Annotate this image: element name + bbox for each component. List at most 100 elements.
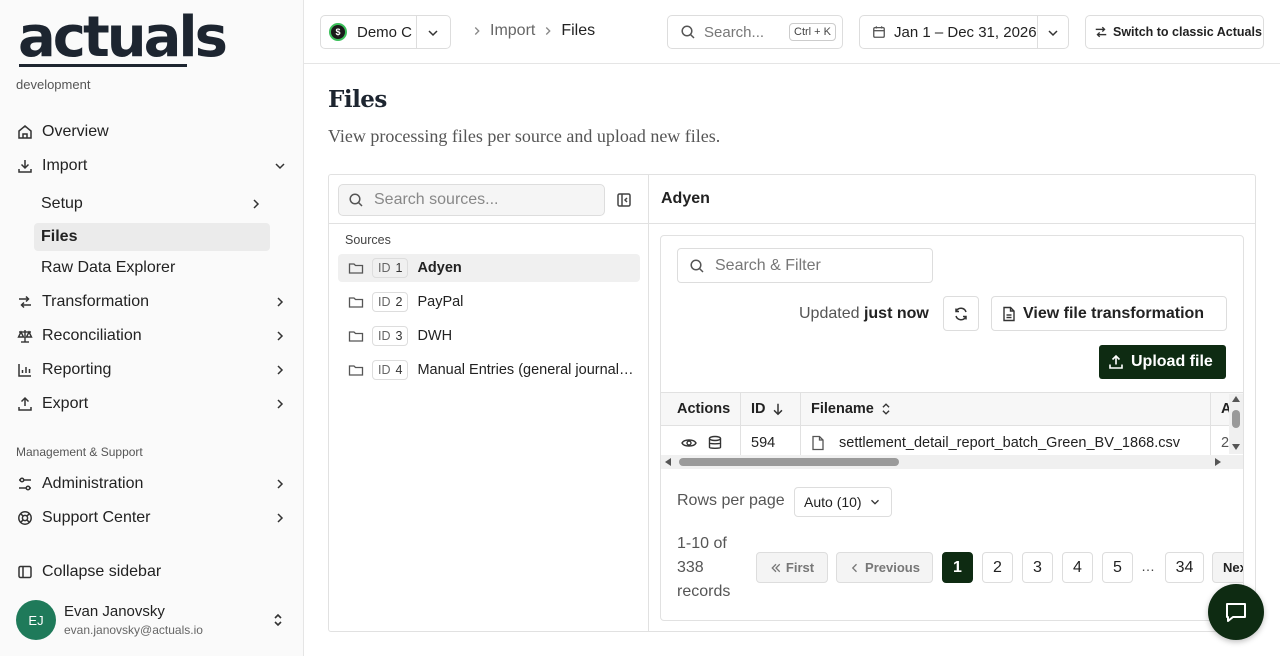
pagination-page-last[interactable]: 34 (1165, 552, 1204, 583)
chat-button[interactable] (1208, 584, 1264, 640)
horizontal-scrollbar[interactable] (661, 455, 1243, 469)
column-header-id[interactable]: ID (741, 393, 801, 425)
sidebar-item-import[interactable]: Import (10, 151, 294, 181)
pagination-next-button[interactable]: Nex (1212, 552, 1243, 583)
chevron-down-icon (862, 495, 882, 509)
source-item-paypal[interactable]: ID 2 PayPal (338, 288, 640, 316)
company-selector[interactable]: $ Demo C (320, 15, 451, 49)
user-menu[interactable]: EJ Evan Janovsky evan.janovsky@actuals.i… (16, 600, 292, 640)
breadcrumb-import[interactable]: Import (490, 22, 535, 40)
sidebar-subitem-files[interactable]: Files (34, 223, 270, 251)
scroll-up-icon (1232, 396, 1240, 402)
source-id-badge: ID 2 (372, 292, 409, 312)
sidebar-subitem-raw-data-explorer[interactable]: Raw Data Explorer (34, 254, 270, 282)
sidebar-item-label: Raw Data Explorer (41, 259, 176, 276)
pagination-page-4[interactable]: 4 (1062, 552, 1093, 583)
vertical-scrollbar[interactable] (1229, 394, 1243, 454)
table-header: Actions ID Filename A (661, 392, 1243, 426)
sidebar-item-export[interactable]: Export (10, 389, 294, 419)
sidebar-item-label: Reconciliation (42, 327, 142, 344)
search-filter-input[interactable]: Search & Filter (677, 248, 933, 283)
chevron-right-icon (272, 328, 288, 344)
sidebar-item-label: Transformation (42, 293, 149, 310)
pagination-page-5[interactable]: 5 (1102, 552, 1133, 583)
sources-pane: Search sources... Sources ID 1 Adyen ID 2 … (329, 175, 649, 631)
swap-icon (1094, 25, 1108, 39)
chevron-right-icon (272, 362, 288, 378)
company-badge-icon: $ (329, 23, 347, 41)
bar-chart-icon (16, 361, 34, 379)
pagination-previous-button[interactable]: Previous (836, 552, 933, 583)
source-id: 1 (395, 261, 403, 275)
database-icon[interactable] (707, 435, 723, 451)
pagination-page-2[interactable]: 2 (982, 552, 1013, 583)
column-header-filename[interactable]: Filename (801, 393, 1211, 425)
pagination-page-1[interactable]: 1 (942, 552, 973, 583)
last-updated: Updated just now (799, 305, 929, 323)
chevron-down-icon[interactable] (425, 25, 441, 41)
source-id-badge: ID 1 (372, 258, 409, 278)
source-name: Manual Entries (general journal… (417, 362, 634, 378)
chevron-right-icon (272, 294, 288, 310)
sidebar-item-administration[interactable]: Administration (10, 469, 294, 499)
sidebar-item-overview[interactable]: Overview (10, 117, 294, 147)
chevron-right-icon (272, 396, 288, 412)
arrow-down-icon (766, 402, 785, 416)
sidebar-item-reconciliation[interactable]: Reconciliation (10, 321, 294, 351)
horizontal-scroll-thumb[interactable] (679, 458, 899, 466)
sidebar-item-label: Import (42, 157, 88, 174)
filename-text: settlement_detail_report_batch_Green_BV_… (839, 435, 1180, 451)
vertical-scroll-thumb[interactable] (1232, 410, 1240, 428)
breadcrumb: Import Files (470, 22, 595, 40)
sidebar-subitem-setup[interactable]: Setup (34, 190, 270, 218)
sidebar-item-label: Export (42, 395, 89, 412)
sidebar-item-transformation[interactable]: Transformation (10, 287, 294, 317)
scroll-right-icon (1215, 458, 1221, 466)
pagination-first-button[interactable]: First (756, 552, 828, 583)
collapse-panel-icon[interactable] (616, 192, 632, 208)
file-icon (811, 435, 825, 451)
pagination-page-3[interactable]: 3 (1022, 552, 1053, 583)
source-name: PayPal (417, 294, 464, 310)
sidebar-item-label: Reporting (42, 361, 112, 378)
app-logo[interactable]: actuals (18, 6, 228, 70)
search-filter-placeholder: Search & Filter (715, 256, 821, 274)
eye-icon[interactable] (681, 435, 697, 451)
chevrons-up-down-icon (270, 612, 286, 628)
source-item-adyen[interactable]: ID 1 Adyen (338, 254, 640, 282)
date-range-picker[interactable]: Jan 1 – Dec 31, 2026 (859, 15, 1069, 49)
chevron-right-icon (272, 476, 288, 492)
source-item-manual-entries[interactable]: ID 4 Manual Entries (general journal… (338, 356, 640, 384)
refresh-button[interactable] (943, 296, 979, 331)
switch-classic-button[interactable]: Switch to classic Actuals (1085, 15, 1264, 49)
chevron-down-icon[interactable] (1045, 25, 1061, 41)
source-name: DWH (417, 328, 453, 344)
sidebar-item-label: Files (41, 228, 78, 245)
sidebar-item-support-center[interactable]: Support Center (10, 503, 294, 533)
sidebar-item-label: Setup (41, 195, 83, 212)
upload-file-button[interactable]: Upload file (1099, 345, 1226, 379)
view-file-transformation-button[interactable]: View file transformation (991, 296, 1227, 331)
global-search[interactable]: Search... Ctrl + K (667, 15, 843, 49)
search-icon (348, 192, 364, 208)
source-search-placeholder: Search sources... (374, 191, 499, 208)
refresh-icon (953, 306, 969, 322)
files-panel: Search sources... Sources ID 1 Adyen ID 2 … (328, 174, 1256, 632)
source-files-pane: Adyen Search & Filter Updated just now V… (649, 175, 1255, 631)
sidebar-item-reporting[interactable]: Reporting (10, 355, 294, 385)
chat-icon (1223, 599, 1249, 625)
chevron-right-icon (272, 510, 288, 526)
chevron-right-icon (541, 24, 555, 38)
date-range-value: Jan 1 – Dec 31, 2026 (894, 23, 1037, 41)
switch-classic-label: Switch to classic Actuals (1113, 25, 1262, 39)
source-search-input[interactable]: Search sources... (338, 184, 605, 216)
view-file-transformation-label: View file transformation (1023, 304, 1205, 322)
rows-per-page-select[interactable]: Auto (10) (794, 487, 892, 517)
breadcrumb-files: Files (561, 22, 596, 39)
folder-icon (348, 328, 364, 344)
chevron-left-icon (849, 562, 861, 574)
topbar: $ Demo C Import Files Search... Ctrl + K… (304, 0, 1280, 64)
source-item-dwh[interactable]: ID 3 DWH (338, 322, 640, 350)
user-email: evan.janovsky@actuals.io (64, 623, 203, 637)
collapse-sidebar-button[interactable]: Collapse sidebar (10, 557, 294, 587)
